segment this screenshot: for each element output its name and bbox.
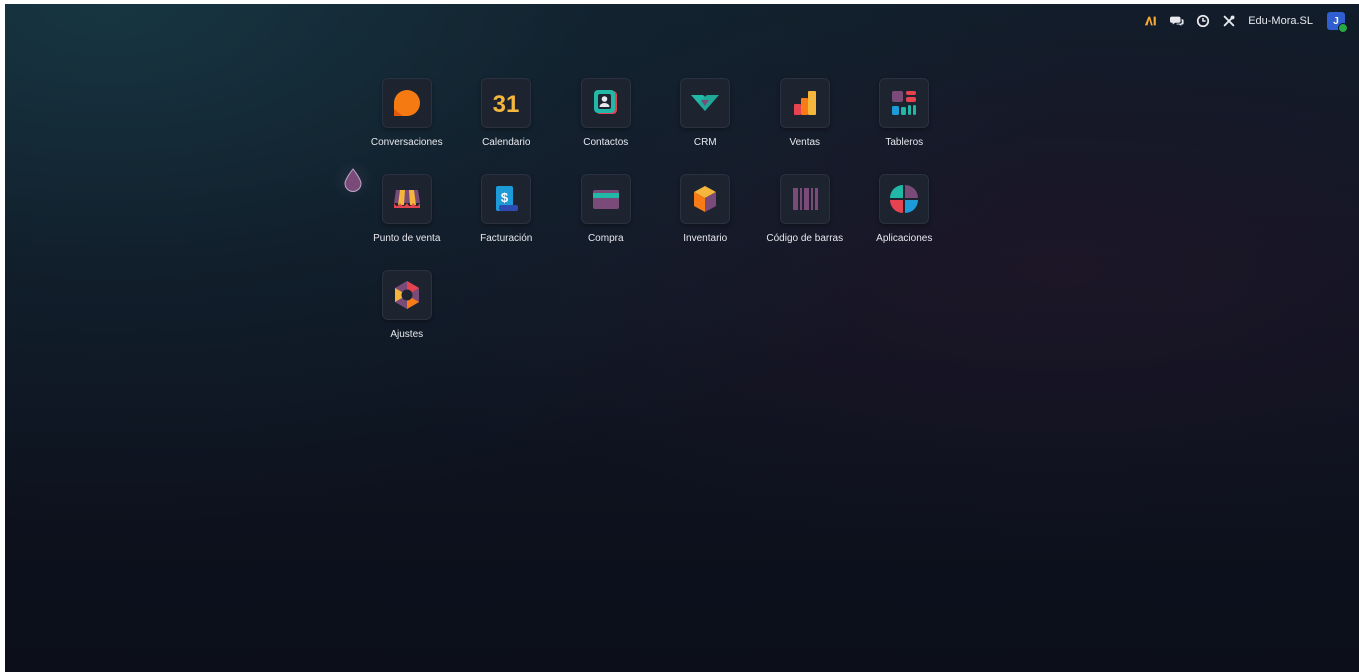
chat-icon xyxy=(1170,16,1184,26)
inventario-icon xyxy=(694,186,717,212)
systray: AI Edu-Mora.SL J xyxy=(1142,10,1348,33)
app-aplicaciones[interactable]: Aplicaciones xyxy=(855,174,955,270)
crm-icon xyxy=(691,95,720,111)
app-label: Tableros xyxy=(885,137,924,148)
debug-tools-button[interactable] xyxy=(1220,12,1238,30)
app-label: Facturación xyxy=(480,233,533,244)
tools-icon xyxy=(1223,15,1235,27)
app-conversaciones[interactable]: Conversaciones xyxy=(357,78,457,174)
app-calendario[interactable]: 31 Calendario xyxy=(457,78,557,174)
app-label: Aplicaciones xyxy=(876,233,933,244)
facturacion-icon: $ xyxy=(496,186,519,211)
app-icon-tile xyxy=(680,174,731,224)
app-icon-tile xyxy=(580,174,631,224)
app-ventas[interactable]: Ventas xyxy=(755,78,855,174)
app-tableros[interactable]: Tableros xyxy=(855,78,955,174)
app-icon-tile xyxy=(381,174,432,224)
app-punto-de-venta[interactable]: Punto de venta xyxy=(357,174,457,270)
ajustes-icon xyxy=(394,281,419,309)
ai-button[interactable]: AI xyxy=(1142,12,1160,30)
aplicaciones-icon xyxy=(890,185,919,213)
app-compra[interactable]: Compra xyxy=(556,174,656,270)
app-label: Código de barras xyxy=(766,233,844,244)
punto-de-venta-icon xyxy=(393,190,420,208)
app-icon-tile xyxy=(779,78,830,128)
app-label: Contactos xyxy=(583,137,629,148)
app-grid: Conversaciones 31 Calendario Contactos C… xyxy=(357,78,957,366)
app-inventario[interactable]: Inventario xyxy=(656,174,756,270)
app-ajustes[interactable]: Ajustes xyxy=(357,270,457,366)
app-icon-tile xyxy=(381,270,432,320)
chat-button[interactable] xyxy=(1168,12,1186,30)
app-icon-tile xyxy=(381,78,432,128)
ventas-icon xyxy=(793,91,816,115)
tableros-icon xyxy=(892,91,917,115)
calendario-icon: 31 xyxy=(493,91,520,118)
app-contactos[interactable]: Contactos xyxy=(556,78,656,174)
app-codigo-de-barras[interactable]: Código de barras xyxy=(755,174,855,270)
app-icon-tile: $ xyxy=(481,174,532,224)
app-label: Conversaciones xyxy=(370,137,443,148)
app-label: Ajustes xyxy=(390,329,424,340)
app-label: Inventario xyxy=(683,233,728,244)
app-crm[interactable]: CRM xyxy=(656,78,756,174)
svg-text:$: $ xyxy=(501,190,509,205)
app-label: Compra xyxy=(587,233,624,244)
company-switcher[interactable]: Edu-Mora.SL xyxy=(1248,15,1313,27)
app-icon-tile xyxy=(879,78,930,128)
svg-text:AI: AI xyxy=(1144,14,1146,15)
app-label: CRM xyxy=(693,137,717,148)
window-top-edge xyxy=(0,0,1359,4)
clock-icon xyxy=(1197,14,1210,28)
app-icon-tile: 31 xyxy=(481,78,532,128)
codigo-de-barras-icon xyxy=(792,188,818,210)
user-avatar[interactable]: J xyxy=(1327,12,1348,33)
conversaciones-icon xyxy=(393,90,420,116)
activities-button[interactable] xyxy=(1194,12,1212,30)
online-status-dot xyxy=(1338,23,1348,33)
app-label: Ventas xyxy=(789,137,821,148)
app-label: Punto de venta xyxy=(373,233,441,244)
svg-text:31: 31 xyxy=(493,91,520,118)
window-left-edge xyxy=(0,0,5,672)
contactos-icon xyxy=(593,90,617,114)
compra-icon xyxy=(592,190,619,209)
app-icon-tile xyxy=(680,78,731,128)
app-icon-tile xyxy=(879,174,930,224)
app-icon-tile xyxy=(779,174,830,224)
app-icon-tile xyxy=(580,78,631,128)
ai-icon: AI xyxy=(1144,14,1156,26)
app-facturacion[interactable]: $ Facturación xyxy=(457,174,557,270)
app-label: Calendario xyxy=(482,137,531,148)
